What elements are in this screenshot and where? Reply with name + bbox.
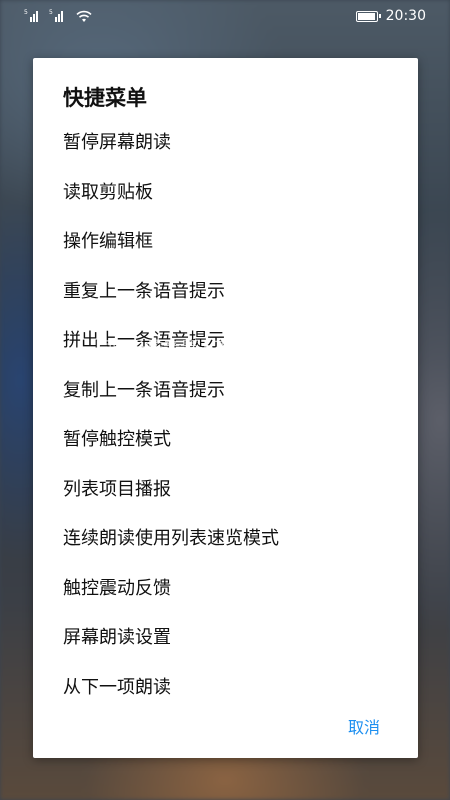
menu-item-pause-touch[interactable]: 暂停触控模式: [63, 423, 393, 473]
menu-item-list-announce[interactable]: 列表项目播报: [63, 473, 393, 523]
sim1-signal-icon: 5: [24, 9, 41, 22]
screen: 5 5 20:30 快捷菜单 暂停屏幕朗读 读取剪贴板 操作编辑框 重复上一条语…: [0, 0, 450, 800]
wifi-icon: [76, 10, 92, 22]
menu-item-pause-reading[interactable]: 暂停屏幕朗读: [63, 126, 393, 176]
sim2-signal-icon: 5: [49, 9, 66, 22]
battery-icon: [355, 10, 381, 22]
menu-item-read-clipboard[interactable]: 读取剪贴板: [63, 176, 393, 226]
quick-menu-dialog: 快捷菜单 暂停屏幕朗读 读取剪贴板 操作编辑框 重复上一条语音提示 拼出上一条语…: [33, 58, 418, 758]
status-bar: 5 5 20:30: [0, 0, 450, 32]
menu-item-repeat-last[interactable]: 重复上一条语音提示: [63, 275, 393, 325]
menu-item-read-from-next[interactable]: 从下一项朗读: [63, 671, 393, 721]
cancel-button[interactable]: 取消: [348, 714, 380, 738]
quick-menu-list: 暂停屏幕朗读 读取剪贴板 操作编辑框 重复上一条语音提示 拼出上一条语音提示 复…: [63, 126, 393, 720]
menu-item-reader-settings[interactable]: 屏幕朗读设置: [63, 621, 393, 671]
sim1-label: 5: [24, 8, 28, 16]
sim2-label: 5: [49, 8, 53, 16]
menu-item-copy-last[interactable]: 复制上一条语音提示: [63, 374, 393, 424]
menu-item-touch-vibration[interactable]: 触控震动反馈: [63, 572, 393, 622]
menu-item-spell-last[interactable]: 拼出上一条语音提示: [63, 324, 393, 374]
status-time: 20:30: [385, 8, 426, 24]
dialog-title: 快捷菜单: [63, 86, 147, 110]
menu-item-edit-box[interactable]: 操作编辑框: [63, 225, 393, 275]
menu-item-continuous-reading[interactable]: 连续朗读使用列表速览模式: [63, 522, 393, 572]
